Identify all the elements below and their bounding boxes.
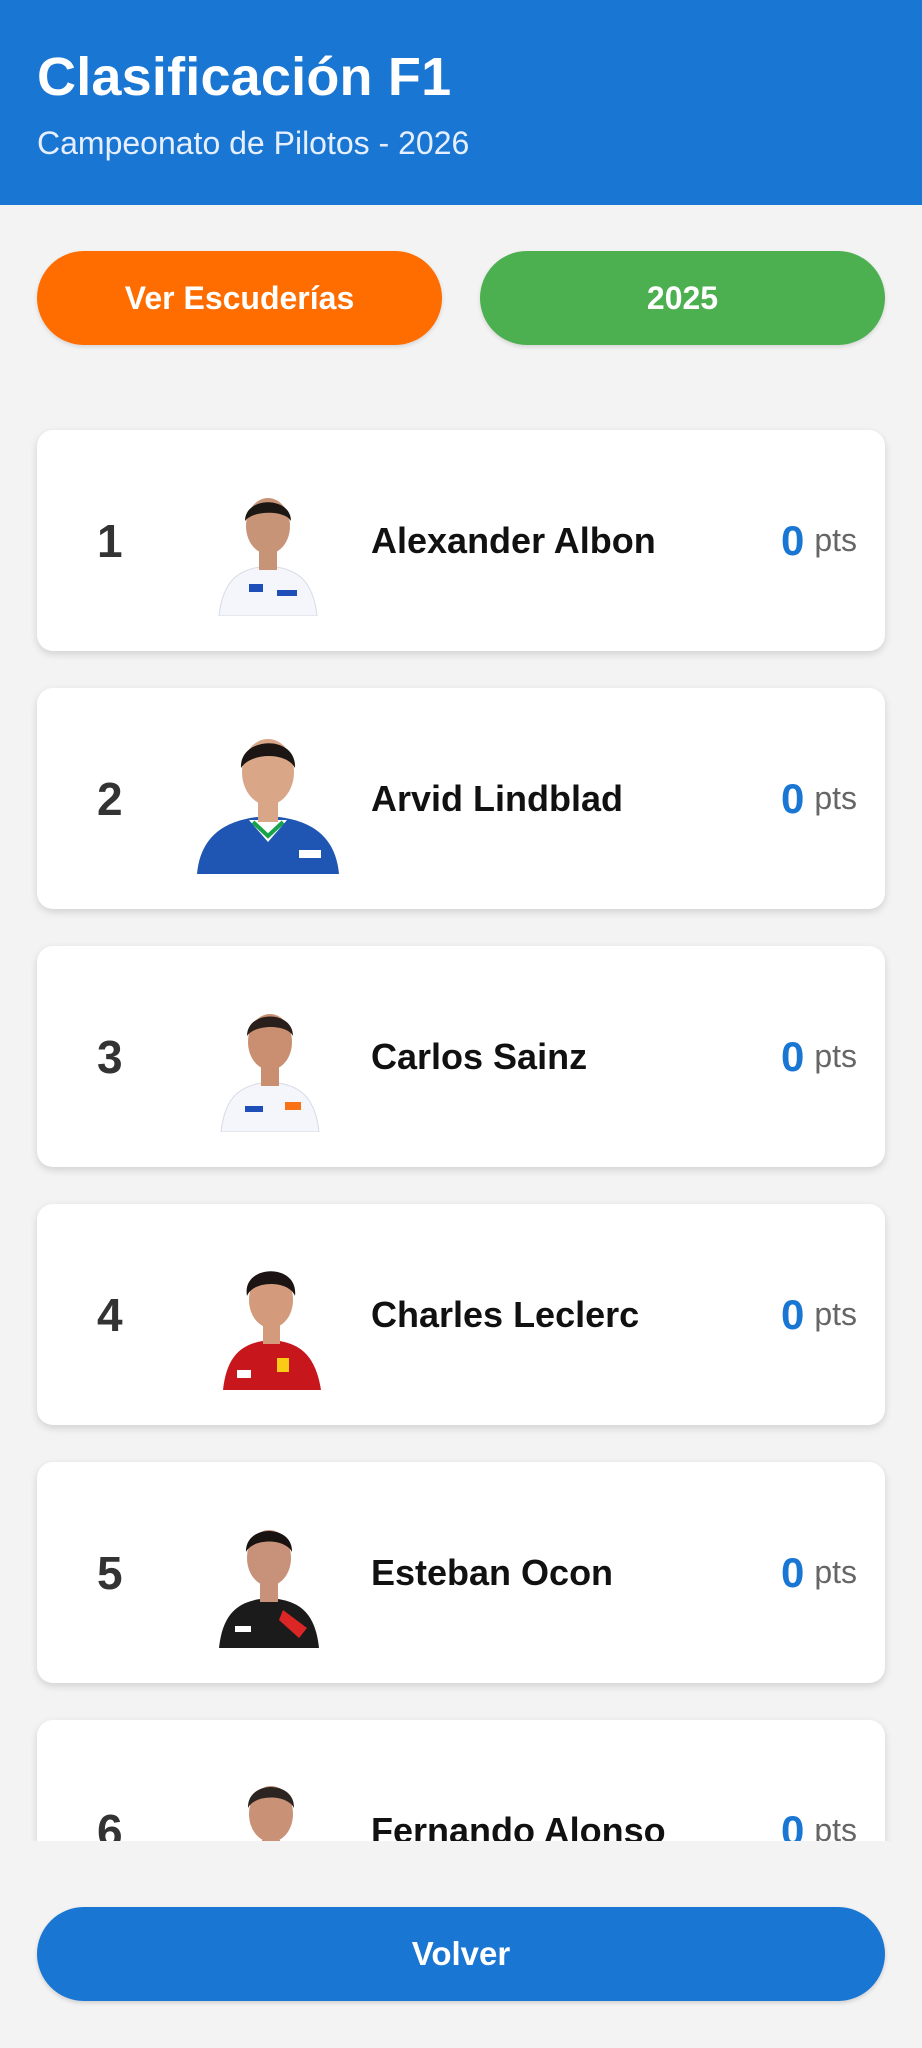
back-button[interactable]: Volver	[37, 1907, 885, 2001]
driver-card[interactable]: 2 Arvid Lindblad 0 pts	[37, 688, 885, 909]
view-teams-button[interactable]: Ver Escuderías	[37, 251, 442, 345]
app-header: Clasificación F1 Campeonato de Pilotos -…	[0, 0, 922, 205]
points-unit: pts	[814, 1296, 857, 1332]
driver-photo	[219, 1530, 319, 1648]
standings-list[interactable]: 1 Alexander Albon 0 pts 2 Arvid Lindblad	[0, 395, 922, 1841]
driver-card[interactable]: 5 Esteban Ocon 0 pts	[37, 1462, 885, 1683]
driver-name: Esteban Ocon	[371, 1551, 614, 1593]
driver-photo	[197, 739, 339, 874]
driver-points: 0 pts	[781, 1462, 857, 1683]
driver-points: 0 pts	[780, 1720, 857, 1842]
driver-name: Alexander Albon	[371, 519, 656, 561]
driver-points: 0 pts	[781, 946, 857, 1167]
points-unit: pts	[814, 522, 857, 558]
driver-card[interactable]: 4 Charles Leclerc 0 pts	[37, 1204, 885, 1425]
driver-name: Arvid Lindblad	[371, 777, 623, 819]
points-value: 0	[780, 1032, 805, 1080]
driver-name: Charles Leclerc	[371, 1293, 640, 1335]
driver-points: 0 pts	[781, 1204, 857, 1425]
points-unit: pts	[814, 780, 857, 816]
points-unit: pts	[814, 1554, 857, 1590]
page-subtitle: Campeonato de Pilotos - 2026	[37, 125, 470, 161]
driver-name: Carlos Sainz	[371, 1035, 588, 1077]
points-value: 0	[780, 1548, 805, 1596]
points-value: 0	[780, 516, 805, 564]
driver-photo	[218, 498, 318, 616]
points-unit: pts	[814, 1812, 857, 1841]
driver-points: 0 pts	[781, 430, 857, 651]
driver-card[interactable]: 1 Alexander Albon 0 pts	[37, 430, 885, 651]
points-value: 0	[780, 774, 805, 822]
driver-photo	[220, 1014, 320, 1132]
driver-points: 0 pts	[781, 688, 857, 909]
driver-card[interactable]: 6 Fernando Alonso 0 pts	[37, 1720, 885, 1841]
driver-name: Fernando Alonso	[371, 1809, 666, 1842]
points-value: 0	[780, 1290, 805, 1338]
driver-photo	[247, 1786, 295, 1841]
points-unit: pts	[814, 1038, 857, 1074]
driver-card[interactable]: 3 Carlos Sainz 0 pts	[37, 946, 885, 1167]
points-value: 0	[780, 1806, 805, 1842]
driver-photo	[223, 1271, 321, 1390]
year-button[interactable]: 2025	[480, 251, 885, 345]
page-title: Clasificación F1	[37, 47, 452, 107]
